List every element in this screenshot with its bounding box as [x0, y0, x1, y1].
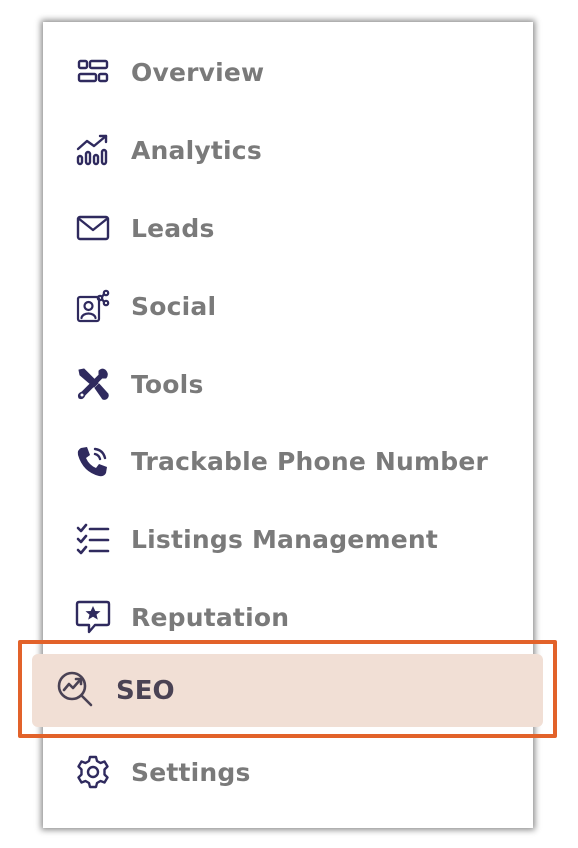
checklist-icon	[75, 521, 111, 557]
menu-item-reputation[interactable]: Reputation	[75, 597, 289, 637]
menu-item-listings-management[interactable]: Listings Management	[75, 519, 438, 559]
phone-ringing-icon	[75, 443, 111, 479]
menu-item-leads[interactable]: Leads	[75, 208, 215, 248]
gear-icon	[75, 754, 111, 790]
menu-item-settings[interactable]: Settings	[75, 752, 251, 792]
menu-item-label: Reputation	[131, 602, 290, 632]
analytics-chart-icon	[75, 132, 111, 168]
envelope-icon	[75, 210, 111, 246]
menu-item-label: Analytics	[131, 135, 262, 165]
menu-item-seo[interactable]: SEO	[32, 654, 543, 727]
menu-item-analytics[interactable]: Analytics	[75, 130, 262, 170]
social-profile-icon	[75, 288, 111, 324]
seo-search-icon	[54, 668, 96, 714]
menu-item-label: Trackable Phone Number	[131, 446, 489, 476]
menu-item-label: Social	[131, 291, 217, 321]
tools-icon	[75, 366, 111, 402]
star-speech-bubble-icon	[75, 599, 111, 635]
menu-item-social[interactable]: Social	[75, 286, 216, 326]
menu-item-label: SEO	[116, 675, 175, 706]
menu-item-label: Listings Management	[131, 524, 438, 554]
menu-item-tools[interactable]: Tools	[75, 364, 204, 404]
menu-item-label: Tools	[131, 369, 204, 399]
menu-item-trackable-phone-number[interactable]: Trackable Phone Number	[75, 441, 488, 481]
menu-item-label: Overview	[131, 57, 265, 87]
menu-item-label: Settings	[131, 757, 251, 787]
dashboard-icon	[75, 54, 111, 90]
menu-item-label: Leads	[131, 213, 215, 243]
menu-item-overview[interactable]: Overview	[75, 52, 264, 92]
